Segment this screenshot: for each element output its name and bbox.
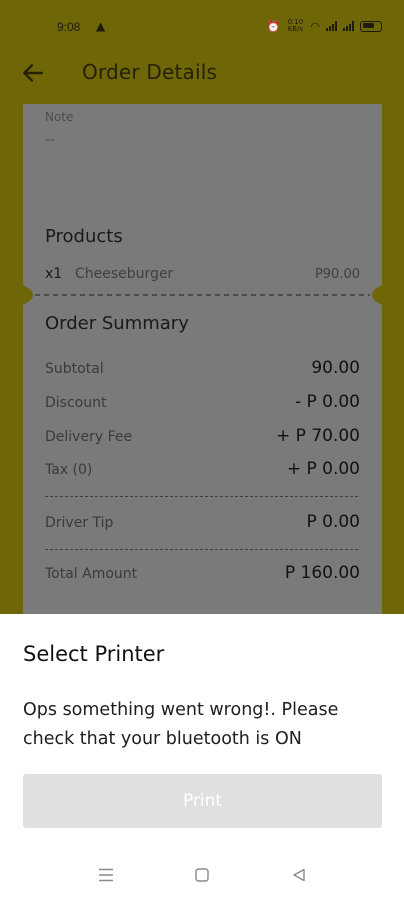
discount-value: - P 0.00 bbox=[294, 392, 360, 412]
delivery-fee-row: Delivery Fee + P 70.00 bbox=[45, 426, 360, 448]
order-details-content: Note -- Products x1 Cheeseburger P90.00 … bbox=[0, 104, 404, 614]
note-value: -- bbox=[45, 132, 56, 148]
subtotal-value: 90.00 bbox=[311, 358, 360, 378]
back-triangle-icon[interactable] bbox=[292, 868, 306, 882]
total-label: Total Amount bbox=[45, 566, 138, 582]
tax-row: Tax (0) + P 0.00 bbox=[45, 459, 360, 481]
battery-icon bbox=[360, 20, 382, 32]
note-label: Note bbox=[45, 110, 74, 124]
arrow-left-icon[interactable] bbox=[20, 60, 46, 86]
divider bbox=[45, 549, 358, 550]
order-ticket-card: Note -- Products x1 Cheeseburger P90.00 … bbox=[23, 104, 382, 614]
driver-tip-value: P 0.00 bbox=[306, 512, 360, 532]
delivery-fee-value: + P 70.00 bbox=[276, 426, 360, 446]
home-square-icon[interactable] bbox=[195, 868, 209, 882]
tax-value: + P 0.00 bbox=[286, 459, 360, 479]
products-title: Products bbox=[45, 226, 123, 247]
sheet-title: Select Printer bbox=[23, 642, 165, 666]
discount-row: Discount - P 0.00 bbox=[45, 392, 360, 414]
network-speed: 0.10 KB/s bbox=[287, 18, 304, 33]
subtotal-row: Subtotal 90.00 bbox=[45, 358, 360, 380]
signal-icon bbox=[343, 21, 354, 31]
wifi-icon: ◠ bbox=[310, 19, 320, 33]
error-message: Ops something went wrong!. Please check … bbox=[23, 700, 339, 749]
total-row: Total Amount P 160.00 bbox=[45, 563, 360, 585]
total-value: P 160.00 bbox=[284, 563, 360, 583]
warning-icon: ▲ bbox=[96, 19, 106, 33]
delivery-fee-label: Delivery Fee bbox=[45, 429, 133, 445]
page-title: Order Details bbox=[82, 60, 218, 84]
subtotal-label: Subtotal bbox=[45, 361, 104, 377]
menu-icon[interactable] bbox=[98, 868, 114, 882]
order-summary-title: Order Summary bbox=[45, 313, 189, 334]
status-bar: 9:08 ▲ ⏰ 0.10 KB/s ◠ bbox=[0, 0, 404, 42]
tax-label: Tax (0) bbox=[45, 462, 93, 478]
signal-icon bbox=[326, 21, 337, 31]
driver-tip-row: Driver Tip P 0.00 bbox=[45, 512, 360, 534]
status-icons: ⏰ 0.10 KB/s ◠ bbox=[267, 19, 382, 33]
driver-tip-label: Driver Tip bbox=[45, 515, 114, 531]
system-nav-bar bbox=[0, 850, 404, 900]
product-name: Cheeseburger bbox=[75, 266, 174, 282]
product-qty: x1 bbox=[45, 266, 63, 282]
alarm-icon: ⏰ bbox=[266, 19, 281, 33]
divider bbox=[45, 496, 358, 497]
discount-label: Discount bbox=[45, 395, 107, 411]
app-bar: Order Details bbox=[0, 42, 404, 104]
status-time: 9:08 bbox=[57, 20, 81, 34]
print-button[interactable]: Print bbox=[23, 774, 382, 828]
product-price: P90.00 bbox=[314, 267, 360, 282]
